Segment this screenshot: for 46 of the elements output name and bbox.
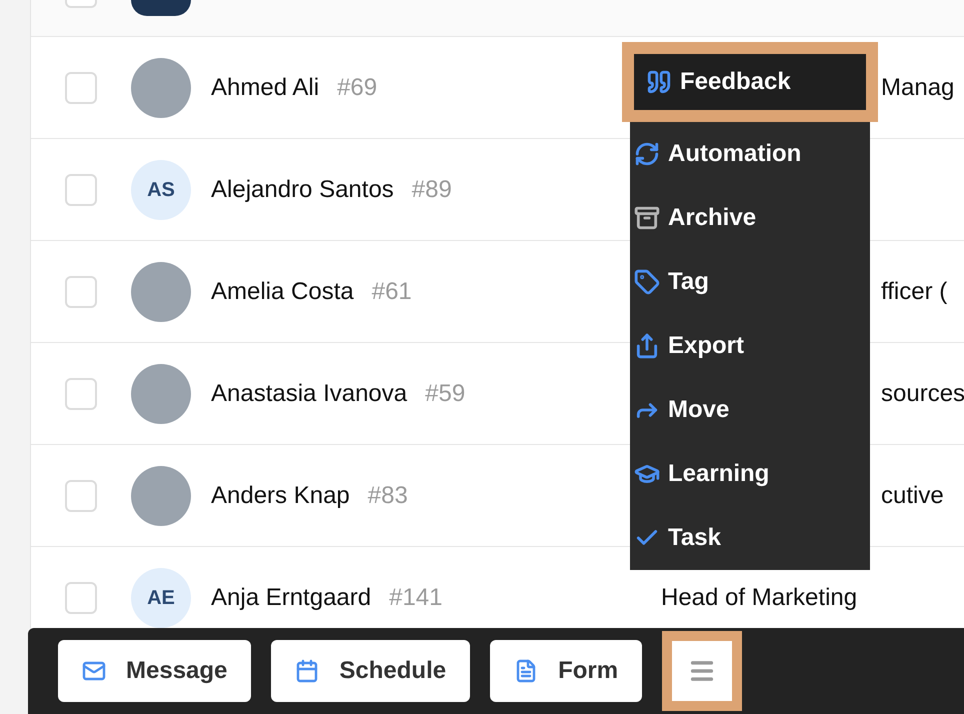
contact-name: Anders Knap xyxy=(211,480,350,510)
menu-item[interactable]: Tag xyxy=(630,250,870,314)
action-button[interactable]: Message xyxy=(58,640,252,702)
action-button[interactable]: Schedule xyxy=(271,640,470,702)
checkbox[interactable] xyxy=(65,276,97,308)
avatar-photo-placeholder xyxy=(131,0,191,16)
contact-name: Ahmed Ali xyxy=(211,72,320,102)
menu-item[interactable]: Archive xyxy=(630,186,870,250)
contact-name: Amelia Costa xyxy=(211,276,354,306)
job-title: sources xyxy=(881,378,964,408)
checkbox[interactable] xyxy=(65,378,97,410)
checkbox[interactable] xyxy=(65,582,97,614)
quote-icon xyxy=(646,69,672,95)
job-title: cutive xyxy=(881,480,944,510)
avatar-initials: AS xyxy=(131,160,191,220)
contact-name: Anastasia Ivanova xyxy=(211,378,408,408)
contact-name: Alejandro Santos xyxy=(211,174,394,204)
job-title: fficer ( xyxy=(881,276,948,306)
mail-icon xyxy=(82,659,106,683)
archive-box-icon xyxy=(634,205,660,231)
tag-icon xyxy=(634,269,660,295)
contact-number: #69 xyxy=(337,72,378,102)
menu-item[interactable]: Task xyxy=(630,506,870,570)
job-title: Head of Marketing xyxy=(661,582,858,612)
checkbox[interactable] xyxy=(65,480,97,512)
job-title: Manag xyxy=(881,72,954,102)
contact-number: #141 xyxy=(389,582,442,612)
menu-item[interactable]: Learning xyxy=(630,442,870,506)
share-icon xyxy=(634,333,660,359)
contact-number: #59 xyxy=(425,378,466,408)
menu-item[interactable]: Move xyxy=(630,378,870,442)
menu-item[interactable]: Feedback xyxy=(622,42,878,122)
menu-item[interactable]: Automation xyxy=(630,122,870,186)
contact-name: Anja Erntgaard xyxy=(211,582,372,612)
checkbox[interactable] xyxy=(65,72,97,104)
refresh-icon xyxy=(634,141,660,167)
more-menu-button[interactable] xyxy=(662,631,742,711)
checkbox[interactable] xyxy=(65,174,97,206)
contact-number: #89 xyxy=(412,174,452,204)
action-button[interactable]: Form xyxy=(490,640,642,702)
menu-item[interactable]: Export xyxy=(630,314,870,378)
contact-number: #61 xyxy=(372,276,412,306)
checkbox[interactable] xyxy=(65,0,97,8)
avatar-initials: AE xyxy=(131,568,191,628)
calendar-icon xyxy=(295,659,320,683)
contact-number: #83 xyxy=(368,480,408,510)
